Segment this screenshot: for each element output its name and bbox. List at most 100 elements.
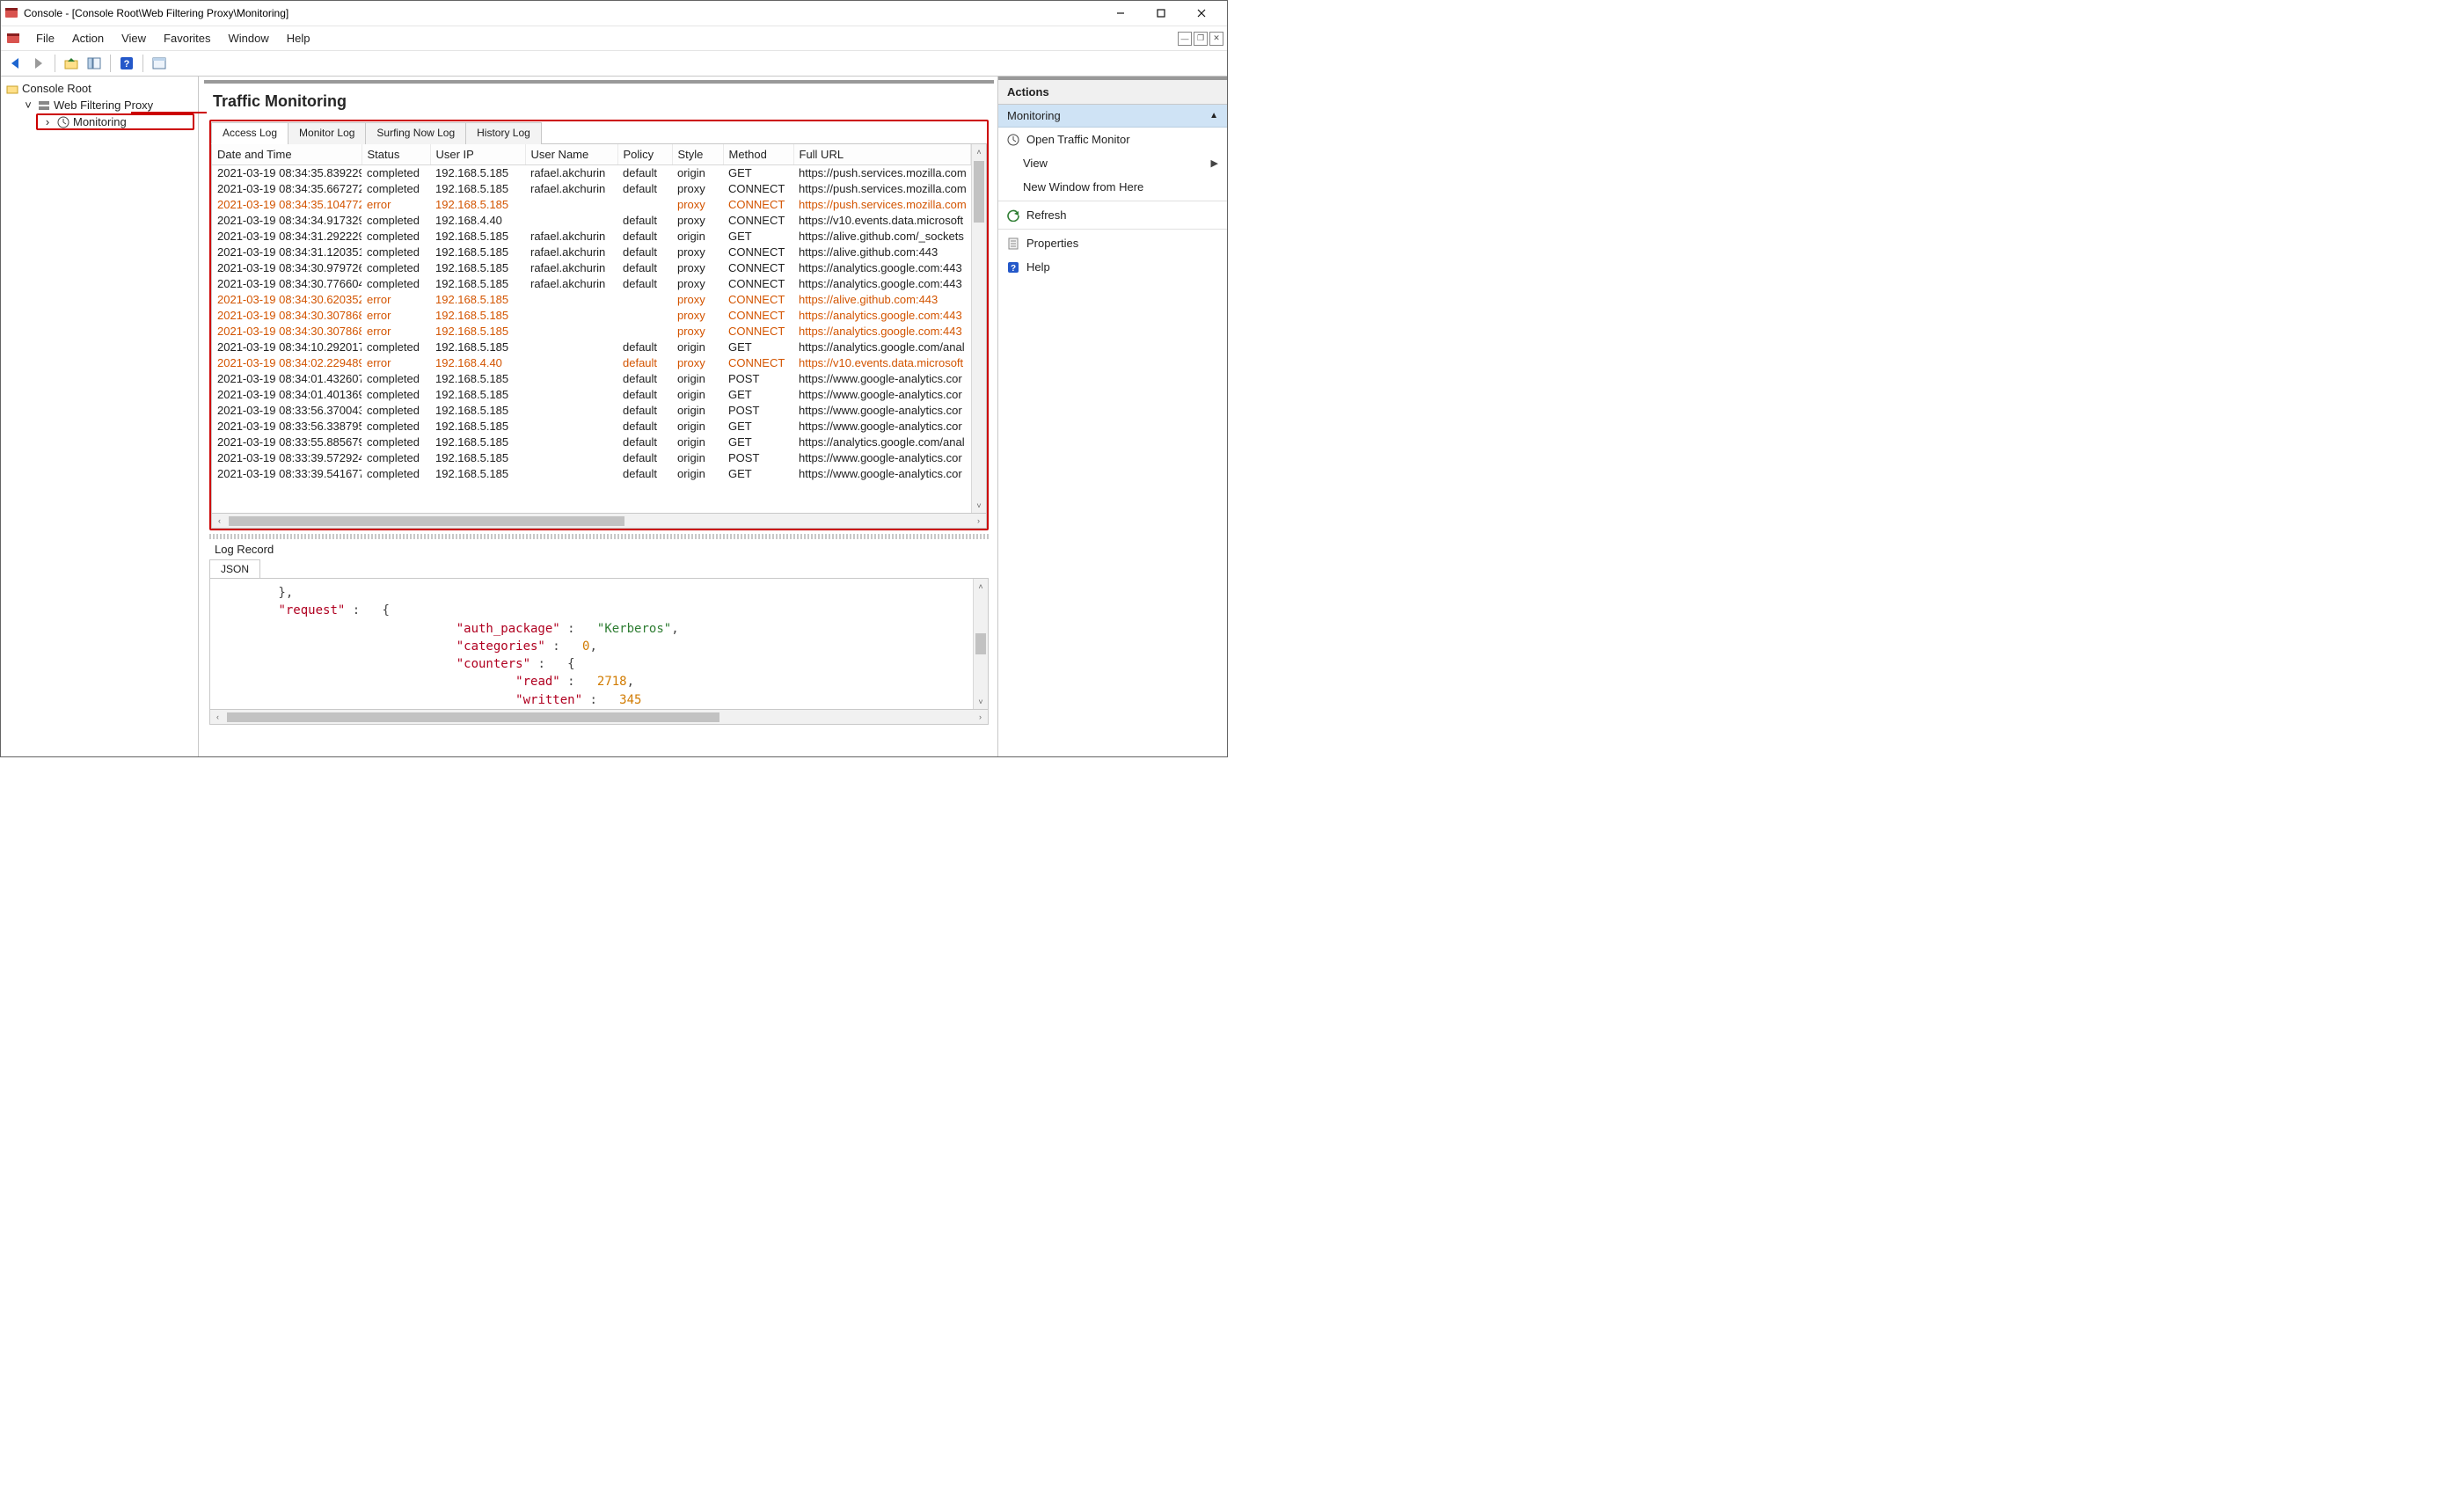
table-cell: 2021-03-19 08:34:31.120351: [212, 245, 362, 260]
action-open-traffic-monitor[interactable]: Open Traffic Monitor: [998, 128, 1227, 151]
table-cell: rafael.akchurin: [525, 181, 617, 197]
forward-button[interactable]: [29, 54, 48, 73]
table-cell: https://v10.events.data.microsoft: [793, 213, 971, 229]
table-row[interactable]: 2021-03-19 08:34:02.229489error192.168.4…: [212, 355, 971, 371]
table-row[interactable]: 2021-03-19 08:34:30.620352error192.168.5…: [212, 292, 971, 308]
tab-monitor-log[interactable]: Monitor Log: [288, 122, 366, 144]
table-row[interactable]: 2021-03-19 08:34:35.667272completed192.1…: [212, 181, 971, 197]
back-button[interactable]: [6, 54, 26, 73]
mdi-minimize-icon[interactable]: ―: [1178, 32, 1192, 46]
scroll-thumb[interactable]: [974, 161, 984, 223]
table-cell: CONNECT: [723, 213, 793, 229]
mdi-close-icon[interactable]: ✕: [1209, 32, 1223, 46]
table-row[interactable]: 2021-03-19 08:34:35.839229completed192.1…: [212, 165, 971, 182]
table-cell: 2021-03-19 08:34:35.667272: [212, 181, 362, 197]
table-cell: 192.168.5.185: [430, 403, 525, 419]
scroll-thumb[interactable]: [229, 516, 624, 526]
table-cell: https://www.google-analytics.cor: [793, 403, 971, 419]
up-folder-button[interactable]: [62, 54, 81, 73]
tree-node-monitoring[interactable]: › Monitoring: [36, 113, 194, 130]
table-cell: origin: [672, 466, 723, 482]
table-row[interactable]: 2021-03-19 08:34:30.979726completed192.1…: [212, 260, 971, 276]
menu-help[interactable]: Help: [278, 28, 319, 48]
table-row[interactable]: 2021-03-19 08:33:55.885679completed192.1…: [212, 435, 971, 450]
server-icon: [38, 99, 50, 112]
column-header[interactable]: Policy: [617, 144, 672, 165]
column-header[interactable]: Date and Time: [212, 144, 362, 165]
close-button[interactable]: [1181, 1, 1222, 26]
table-row[interactable]: 2021-03-19 08:34:31.292229completed192.1…: [212, 229, 971, 245]
menu-file[interactable]: File: [27, 28, 63, 48]
tab-access-log[interactable]: Access Log: [211, 122, 288, 144]
menu-view[interactable]: View: [113, 28, 155, 48]
maximize-button[interactable]: [1141, 1, 1181, 26]
chevron-right-icon[interactable]: ›: [41, 116, 54, 128]
scroll-down-icon[interactable]: ˅: [972, 498, 986, 513]
table-row[interactable]: 2021-03-19 08:34:31.120351completed192.1…: [212, 245, 971, 260]
table-row[interactable]: 2021-03-19 08:34:30.307868error192.168.5…: [212, 308, 971, 324]
scroll-right-icon[interactable]: ›: [971, 516, 986, 525]
scroll-left-icon[interactable]: ‹: [210, 712, 225, 721]
table-row[interactable]: 2021-03-19 08:34:34.917329completed192.1…: [212, 213, 971, 229]
console-tree[interactable]: Console Root ˅ Web Filtering Proxy ›: [1, 77, 199, 756]
scroll-right-icon[interactable]: ›: [973, 712, 988, 721]
table-row[interactable]: 2021-03-19 08:33:39.541677completed192.1…: [212, 466, 971, 482]
tab-json[interactable]: JSON: [209, 559, 260, 578]
minimize-button[interactable]: [1100, 1, 1141, 26]
app-icon: [4, 6, 18, 20]
action-properties[interactable]: Properties: [998, 231, 1227, 255]
scroll-up-icon[interactable]: ˄: [974, 579, 988, 594]
scroll-thumb[interactable]: [227, 712, 719, 722]
chevron-down-icon[interactable]: ˅: [22, 99, 34, 112]
scroll-down-icon[interactable]: ˅: [974, 694, 988, 709]
table-cell: 2021-03-19 08:34:02.229489: [212, 355, 362, 371]
horizontal-scrollbar[interactable]: ‹ ›: [211, 514, 987, 529]
table-row[interactable]: 2021-03-19 08:33:56.370043completed192.1…: [212, 403, 971, 419]
json-content[interactable]: }, "request" : { "auth_package" : "Kerbe…: [210, 579, 973, 709]
show-hide-tree-button[interactable]: [84, 54, 104, 73]
table-row[interactable]: 2021-03-19 08:34:35.104772error192.168.5…: [212, 197, 971, 213]
action-help[interactable]: ? Help: [998, 255, 1227, 279]
table-row[interactable]: 2021-03-19 08:33:56.338795completed192.1…: [212, 419, 971, 435]
table-row[interactable]: 2021-03-19 08:34:01.401369completed192.1…: [212, 387, 971, 403]
log-table[interactable]: Date and TimeStatusUser IPUser NamePolic…: [212, 144, 971, 482]
help-button[interactable]: ?: [117, 54, 136, 73]
menu-favorites[interactable]: Favorites: [155, 28, 219, 48]
table-cell: proxy: [672, 308, 723, 324]
json-vertical-scrollbar[interactable]: ˄ ˅: [973, 579, 988, 709]
table-row[interactable]: 2021-03-19 08:34:30.776604completed192.1…: [212, 276, 971, 292]
column-header[interactable]: User IP: [430, 144, 525, 165]
action-new-window[interactable]: New Window from Here: [998, 175, 1227, 199]
scroll-thumb[interactable]: [975, 633, 986, 654]
scroll-left-icon[interactable]: ‹: [212, 516, 227, 525]
table-cell: [525, 371, 617, 387]
collapse-icon[interactable]: ▲: [1209, 111, 1218, 121]
table-cell: [525, 403, 617, 419]
column-header[interactable]: Status: [362, 144, 430, 165]
tab-history-log[interactable]: History Log: [465, 122, 542, 144]
table-cell: [617, 308, 672, 324]
table-row[interactable]: 2021-03-19 08:34:01.432607completed192.1…: [212, 371, 971, 387]
action-view[interactable]: View ▶: [998, 151, 1227, 175]
vertical-scrollbar[interactable]: ˄ ˅: [971, 144, 986, 513]
table-row[interactable]: 2021-03-19 08:34:30.307868error192.168.5…: [212, 324, 971, 340]
tree-node-console-root[interactable]: Console Root: [4, 80, 194, 97]
mdi-restore-icon[interactable]: ❐: [1194, 32, 1208, 46]
column-header[interactable]: Method: [723, 144, 793, 165]
column-header[interactable]: User Name: [525, 144, 617, 165]
table-row[interactable]: 2021-03-19 08:33:39.572924completed192.1…: [212, 450, 971, 466]
scroll-up-icon[interactable]: ˄: [972, 144, 986, 159]
column-header[interactable]: Style: [672, 144, 723, 165]
menu-action[interactable]: Action: [63, 28, 113, 48]
table-cell: origin: [672, 450, 723, 466]
view-pane-button[interactable]: [150, 54, 169, 73]
menu-window[interactable]: Window: [220, 28, 278, 48]
table-cell: 192.168.5.185: [430, 340, 525, 355]
json-horizontal-scrollbar[interactable]: ‹ ›: [209, 710, 989, 725]
column-header[interactable]: Full URL: [793, 144, 971, 165]
table-cell: GET: [723, 340, 793, 355]
actions-group-monitoring[interactable]: Monitoring ▲: [998, 105, 1227, 128]
tab-surfing-now-log[interactable]: Surfing Now Log: [365, 122, 466, 144]
action-refresh[interactable]: Refresh: [998, 203, 1227, 227]
table-row[interactable]: 2021-03-19 08:34:10.292017completed192.1…: [212, 340, 971, 355]
